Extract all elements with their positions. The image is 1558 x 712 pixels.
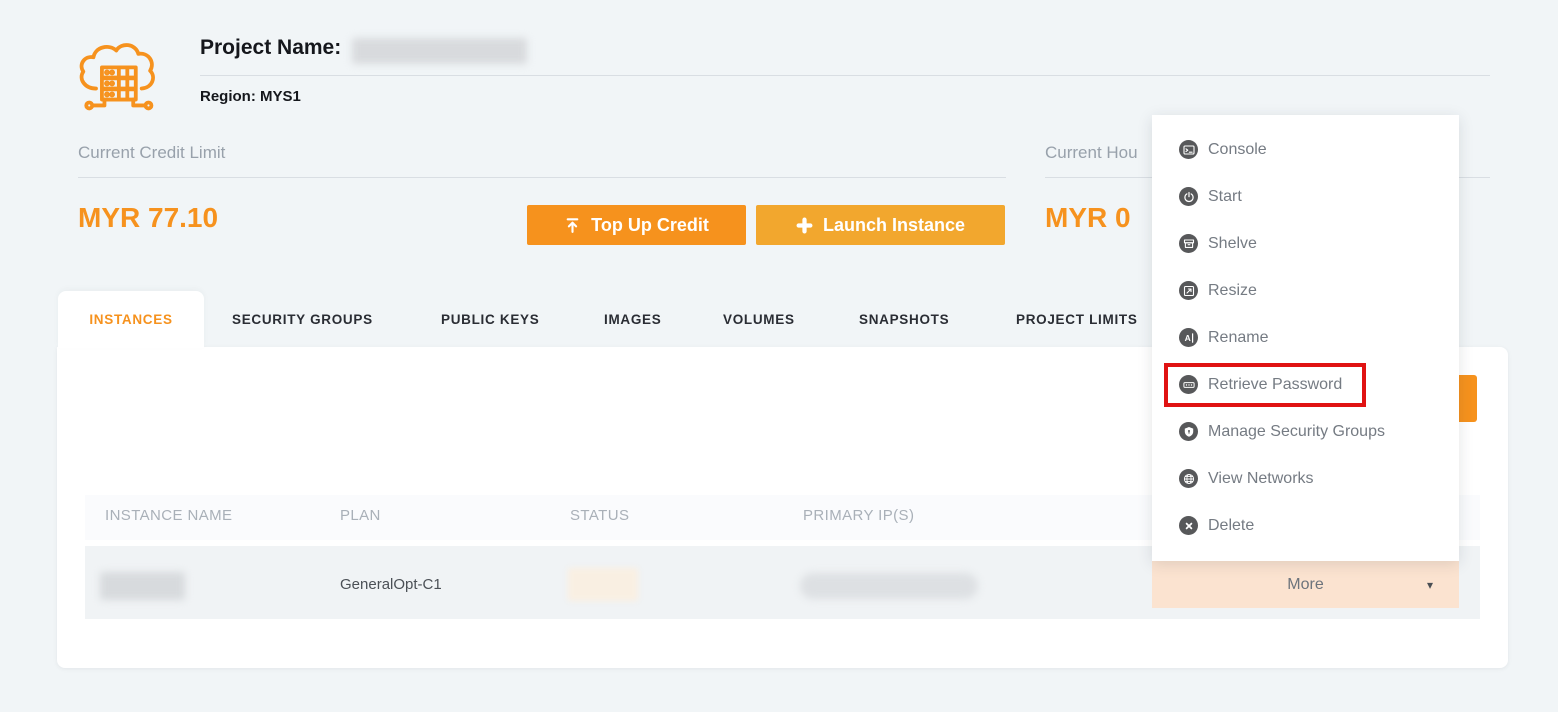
- more-actions-button[interactable]: More ▾: [1152, 561, 1459, 608]
- menu-item-label: View Networks: [1208, 469, 1314, 487]
- menu-item-resize[interactable]: Resize: [1152, 267, 1459, 314]
- menu-item-rename[interactable]: A Rename: [1152, 314, 1459, 361]
- tab-snapshots[interactable]: SNAPSHOTS: [859, 312, 949, 327]
- menu-item-label: Delete: [1208, 516, 1255, 534]
- region-label: Region: MYS1: [200, 88, 301, 105]
- menu-item-start[interactable]: Start: [1152, 173, 1459, 220]
- menu-item-label: Rename: [1208, 328, 1269, 346]
- hourly-usage-label: Current Hou: [1045, 143, 1138, 162]
- instance-name-redacted-value: [100, 572, 185, 600]
- instance-actions-menu: Console Start Shelve Resize A Rename Ret…: [1152, 115, 1459, 561]
- menu-item-label: Resize: [1208, 281, 1257, 299]
- tab-images[interactable]: IMAGES: [604, 312, 661, 327]
- launch-instance-label: Launch Instance: [822, 214, 966, 235]
- menu-item-label: Start: [1208, 187, 1242, 205]
- header-divider: [200, 75, 1490, 76]
- delete-x-icon: [1179, 516, 1198, 535]
- tab-project-limits[interactable]: PROJECT LIMITS: [1016, 312, 1138, 327]
- column-status: STATUS: [570, 507, 630, 524]
- more-button-label: More: [1287, 575, 1324, 593]
- menu-item-label: Shelve: [1208, 234, 1257, 252]
- column-plan: PLAN: [340, 507, 381, 524]
- menu-item-label: Manage Security Groups: [1208, 422, 1385, 440]
- top-up-credit-label: Top Up Credit: [591, 214, 709, 235]
- retrieve-password-highlight-box: [1164, 363, 1366, 407]
- menu-item-delete[interactable]: Delete: [1152, 502, 1459, 549]
- tab-public-keys[interactable]: PUBLIC KEYS: [441, 312, 539, 327]
- status-badge-redacted: [568, 568, 638, 601]
- menu-item-view-networks[interactable]: View Networks: [1152, 455, 1459, 502]
- menu-item-shelve[interactable]: Shelve: [1152, 220, 1459, 267]
- credit-amount: MYR 77.10: [78, 202, 219, 233]
- globe-icon: [1179, 469, 1198, 488]
- project-name-redacted-value: [352, 38, 527, 64]
- resize-icon: [1179, 281, 1198, 300]
- launch-instance-button[interactable]: Launch Instance: [756, 205, 1005, 245]
- power-icon: [1179, 187, 1198, 206]
- upload-arrow-icon: [566, 217, 579, 233]
- console-icon: [1179, 140, 1198, 159]
- chevron-down-icon: ▾: [1426, 577, 1433, 592]
- menu-item-console[interactable]: Console: [1152, 126, 1459, 173]
- column-instance-name: INSTANCE NAME: [105, 507, 233, 524]
- tab-volumes[interactable]: VOLUMES: [723, 312, 795, 327]
- project-name-label: Project Name:: [200, 36, 342, 59]
- top-up-credit-button[interactable]: Top Up Credit: [527, 205, 746, 245]
- column-primary-ips: PRIMARY IP(S): [803, 507, 915, 524]
- rename-icon: A: [1179, 328, 1198, 347]
- cloud-console-page: Project Name: Region: MYS1 Current Credi…: [0, 0, 1558, 712]
- menu-item-label: Console: [1208, 140, 1267, 158]
- tab-security-groups[interactable]: SECURITY GROUPS: [232, 312, 373, 327]
- shield-icon: [1179, 422, 1198, 441]
- credit-divider: [78, 177, 1006, 178]
- shelve-icon: [1179, 234, 1198, 253]
- credit-limit-label: Current Credit Limit: [78, 143, 226, 162]
- svg-text:A: A: [1184, 333, 1190, 343]
- plus-icon: [796, 217, 813, 233]
- tab-instances[interactable]: INSTANCES: [58, 291, 204, 348]
- menu-item-manage-security-groups[interactable]: Manage Security Groups: [1152, 408, 1459, 455]
- primary-ip-redacted-value: [800, 573, 978, 599]
- hourly-amount: MYR 0: [1045, 202, 1131, 233]
- plan-cell: GeneralOpt-C1: [340, 576, 442, 593]
- cloud-server-logo-icon: [79, 43, 155, 111]
- tab-instances-label: INSTANCES: [89, 312, 173, 327]
